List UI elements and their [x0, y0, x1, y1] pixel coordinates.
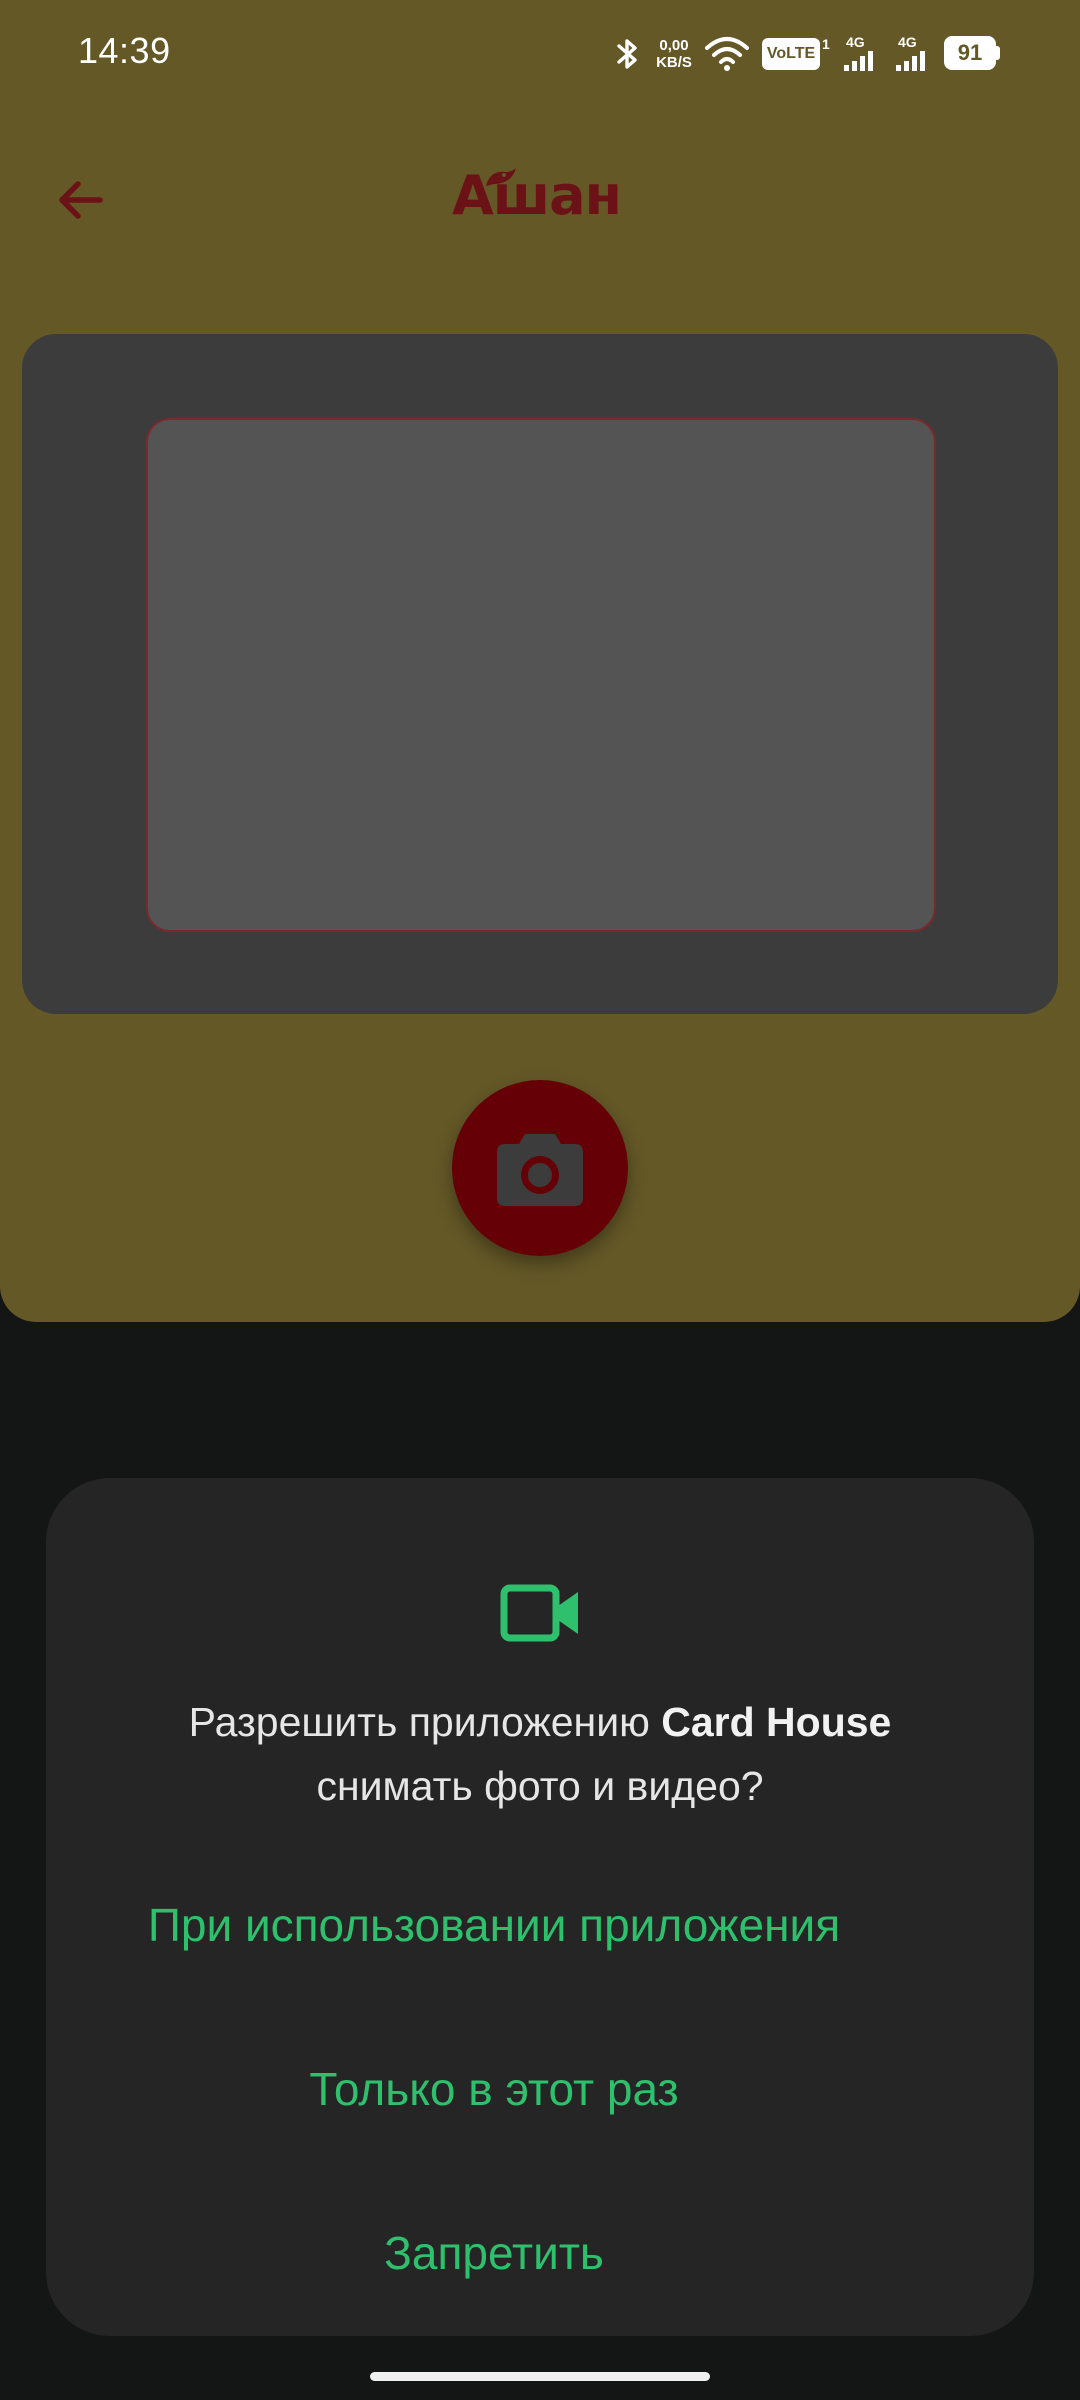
status-time: 14:39 — [78, 30, 171, 71]
status-bar: 14:39 0,00 KB/S VoLTE 1 4G 4G 91 — [0, 0, 1080, 110]
allow-once-button[interactable]: Только в этот раз — [40, 2034, 948, 2144]
camera-icon — [497, 1134, 583, 1206]
signal-bars-icon — [896, 51, 925, 71]
brand-logo-text: Ашан — [452, 163, 622, 227]
signal-bars-icon — [844, 51, 873, 71]
allow-while-using-button[interactable]: При использовании приложения — [40, 1870, 948, 1980]
screen: 14:39 0,00 KB/S VoLTE 1 4G 4G 91 Ашан Ра… — [0, 0, 1080, 2400]
bluetooth-icon — [610, 34, 646, 74]
arrow-left-icon — [59, 181, 103, 219]
wifi-icon — [704, 34, 750, 74]
card-frame-guide — [146, 418, 936, 932]
gesture-nav-handle[interactable] — [370, 2372, 710, 2381]
shutter-button[interactable] — [452, 1080, 628, 1256]
brand-logo: Ашан — [452, 160, 632, 230]
battery-icon — [996, 46, 1000, 60]
camera-preview — [22, 334, 1058, 1014]
dialog-message: Разрешить приложению Card House снимать … — [86, 1690, 994, 1818]
signal-sim2-label: 4G — [898, 34, 917, 50]
volte-badge: VoLTE — [762, 38, 820, 70]
back-button[interactable] — [40, 160, 120, 240]
signal-sim1: 4G — [842, 34, 882, 74]
signal-sim2: 4G — [894, 34, 934, 74]
deny-button[interactable]: Запретить — [40, 2198, 948, 2308]
battery-level: 91 — [944, 36, 996, 70]
videocam-icon — [500, 1584, 578, 1642]
network-speed: 0,00 KB/S — [652, 34, 696, 74]
bird-logo-icon — [486, 168, 516, 186]
network-speed-value: 0,00 — [659, 37, 689, 54]
network-speed-unit: KB/S — [656, 54, 692, 71]
dialog-app-name: Card House — [661, 1699, 892, 1745]
volte-sim-index: 1 — [822, 36, 830, 52]
signal-sim1-label: 4G — [846, 34, 865, 50]
dialog-message-suffix: снимать фото и видео? — [316, 1763, 764, 1809]
app-area: 14:39 0,00 KB/S VoLTE 1 4G 4G 91 Ашан — [0, 0, 1080, 1322]
dialog-message-prefix: Разрешить приложению — [188, 1699, 662, 1745]
